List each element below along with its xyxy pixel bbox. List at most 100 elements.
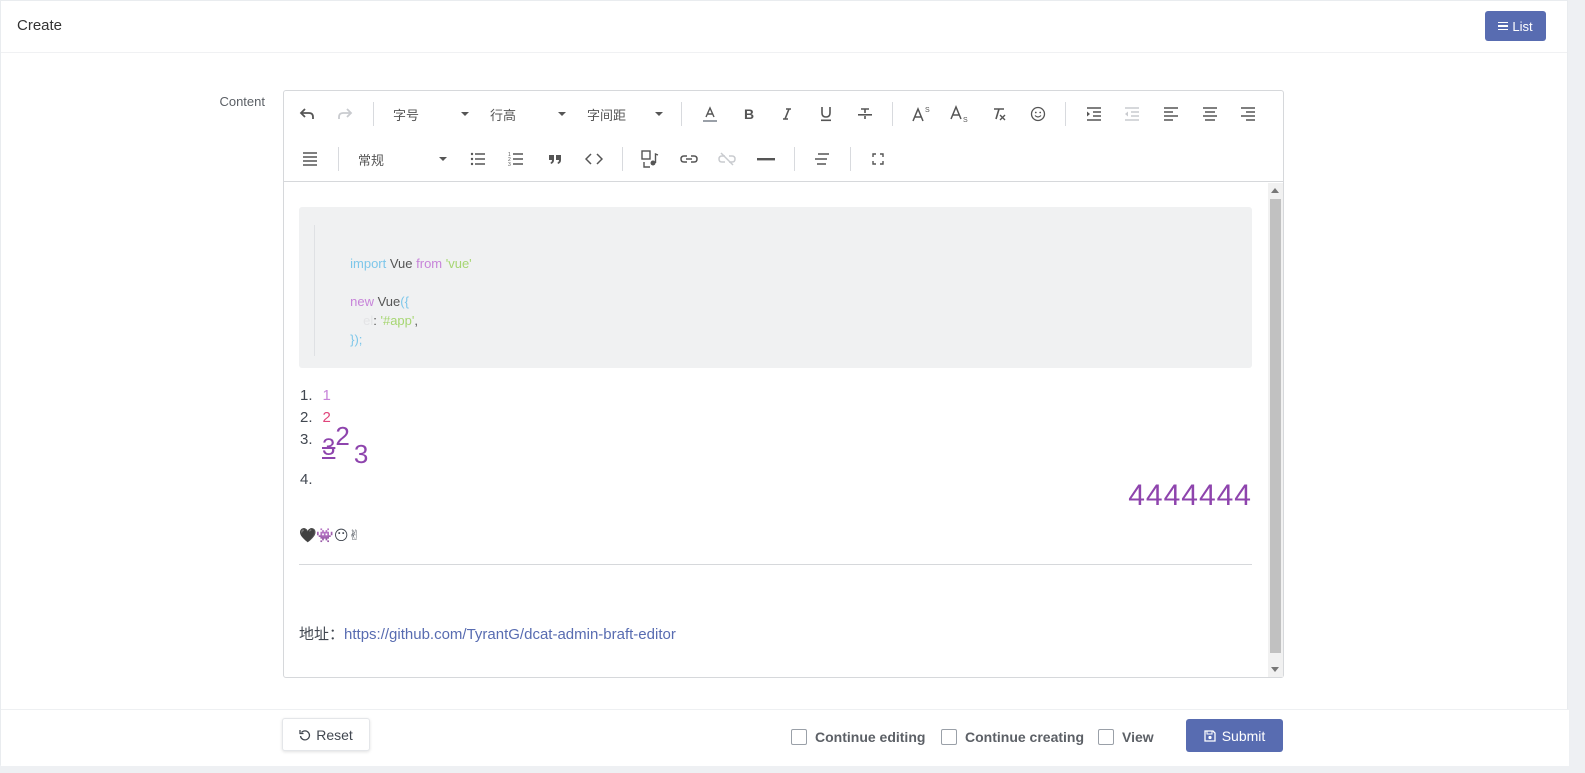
address-link[interactable]: https://github.com/TyrantG/dcat-admin-br… bbox=[344, 626, 676, 643]
continue-editing-checkbox[interactable]: Continue editing bbox=[791, 729, 925, 745]
checkbox-box[interactable] bbox=[941, 729, 957, 745]
code-text: Vue bbox=[386, 256, 417, 271]
checkbox-box[interactable] bbox=[791, 729, 807, 745]
indent-increase-icon[interactable] bbox=[1080, 100, 1108, 128]
code-key: el bbox=[363, 313, 374, 328]
list-item-text: 1 bbox=[322, 387, 331, 404]
submit-button[interactable]: Submit bbox=[1186, 719, 1283, 752]
code-line-3: el: '#app', bbox=[327, 298, 418, 328]
align-justify-icon[interactable] bbox=[296, 145, 324, 173]
subscript-icon[interactable]: S bbox=[946, 100, 974, 128]
code-icon[interactable] bbox=[580, 145, 608, 173]
toolbar-separator bbox=[794, 147, 795, 171]
code-from-keyword: from bbox=[416, 256, 443, 271]
svg-text:S: S bbox=[963, 117, 968, 123]
address-label: 地址： bbox=[299, 626, 345, 643]
submit-label: Submit bbox=[1221, 727, 1266, 744]
strikethrough-icon[interactable] bbox=[851, 100, 879, 128]
list-button-label: List bbox=[1512, 18, 1533, 34]
redo-icon[interactable] bbox=[331, 100, 359, 128]
form-footer bbox=[1, 709, 1569, 766]
checkbox-label: Continue creating bbox=[965, 729, 1085, 745]
font-size-dropdown[interactable]: 字号 bbox=[393, 100, 469, 128]
page-title: Create bbox=[17, 17, 63, 34]
clear-content-icon[interactable] bbox=[808, 145, 836, 173]
font-color-icon[interactable] bbox=[696, 100, 724, 128]
checkbox-label: Continue editing bbox=[815, 729, 926, 745]
reset-button[interactable]: Reset bbox=[282, 718, 370, 751]
card-header: Create List bbox=[1, 1, 1567, 53]
toolbar-separator bbox=[1065, 102, 1066, 126]
list-item: 4. bbox=[300, 471, 313, 488]
superscript-icon[interactable]: S bbox=[908, 100, 936, 128]
scroll-thumb[interactable] bbox=[1270, 199, 1281, 653]
indent-decrease-icon[interactable] bbox=[1118, 100, 1146, 128]
content-label: Content bbox=[219, 94, 265, 109]
bold-icon[interactable]: B bbox=[735, 100, 763, 128]
emoji-icon[interactable] bbox=[1024, 100, 1052, 128]
letter-spacing-label: 字间距 bbox=[587, 107, 627, 123]
view-checkbox[interactable]: View bbox=[1098, 729, 1154, 745]
numbered-list-icon[interactable]: 123 bbox=[502, 145, 530, 173]
emoji-line: 🖤👾😶✌ bbox=[299, 527, 361, 543]
align-left-icon[interactable] bbox=[1157, 100, 1185, 128]
code-import-keyword: import bbox=[350, 256, 387, 271]
subscript-text: 3 bbox=[353, 439, 369, 469]
toolbar-separator bbox=[892, 102, 893, 126]
code-line-2: new Vue({ bbox=[314, 279, 409, 309]
rich-text-editor[interactable]: 字号 行高 字间距 B S S 常规 1 2 3 import Vue from… bbox=[283, 90, 1284, 678]
svg-text:3: 3 bbox=[508, 162, 511, 167]
code-line-4: }); bbox=[314, 317, 362, 347]
letter-spacing-dropdown[interactable]: 字间距 bbox=[587, 100, 663, 128]
horizontal-rule-icon[interactable] bbox=[752, 145, 780, 173]
media-icon[interactable] bbox=[636, 145, 664, 173]
bulleted-list-icon[interactable] bbox=[464, 145, 492, 173]
blockquote-icon[interactable] bbox=[541, 145, 569, 173]
scroll-up-icon[interactable] bbox=[1271, 188, 1279, 193]
reset-icon bbox=[299, 729, 311, 740]
code-line-1: import Vue from 'vue' bbox=[314, 241, 472, 271]
toolbar-separator bbox=[373, 102, 374, 126]
italic-icon[interactable] bbox=[773, 100, 801, 128]
fullscreen-icon[interactable] bbox=[864, 145, 892, 173]
block-type-label: 常规 bbox=[358, 152, 385, 168]
checkbox-box[interactable] bbox=[1098, 729, 1114, 745]
align-right-icon[interactable] bbox=[1234, 100, 1262, 128]
list-number: 3. bbox=[300, 431, 313, 448]
list-number: 4. bbox=[300, 471, 313, 488]
scroll-down-icon[interactable] bbox=[1271, 667, 1279, 672]
font-size-label: 字号 bbox=[393, 107, 420, 123]
editor-toolbar: 字号 行高 字间距 B S S 常规 1 2 3 bbox=[284, 91, 1283, 182]
unlink-icon[interactable] bbox=[713, 145, 741, 173]
form-card: Create List Content 字号 行高 字间距 B S S 常规 1… bbox=[0, 0, 1569, 766]
list-icon bbox=[1498, 21, 1509, 31]
editor-content[interactable]: import Vue from 'vue' new Vue({ el: '#ap… bbox=[284, 183, 1268, 677]
list-number: 2. bbox=[300, 409, 313, 426]
superscript-text: 2 bbox=[335, 421, 350, 451]
code-block[interactable]: import Vue from 'vue' new Vue({ el: '#ap… bbox=[299, 207, 1252, 368]
undo-icon[interactable] bbox=[293, 100, 321, 128]
toolbar-separator bbox=[850, 147, 851, 171]
list-item: 1. 1 bbox=[300, 387, 331, 404]
svg-text:S: S bbox=[925, 107, 930, 114]
toolbar-separator bbox=[338, 147, 339, 171]
checkbox-label: View bbox=[1122, 729, 1154, 745]
underline-icon[interactable] bbox=[812, 100, 840, 128]
horizontal-rule bbox=[299, 564, 1252, 565]
save-icon bbox=[1204, 729, 1216, 742]
address-line: 地址：https://github.com/TyrantG/dcat-admin… bbox=[299, 623, 676, 644]
list-item: 3. bbox=[300, 431, 313, 448]
list-button[interactable]: List bbox=[1485, 11, 1546, 41]
toolbar-separator bbox=[681, 102, 682, 126]
align-center-icon[interactable] bbox=[1196, 100, 1224, 128]
code-string: 'vue' bbox=[442, 256, 472, 271]
line-height-label: 行高 bbox=[490, 107, 517, 123]
code-punctuation: }); bbox=[350, 332, 363, 347]
link-icon[interactable] bbox=[675, 145, 703, 173]
line-height-dropdown[interactable]: 行高 bbox=[490, 100, 566, 128]
editor-scrollbar[interactable] bbox=[1268, 183, 1283, 677]
code-string: '#app' bbox=[380, 313, 415, 328]
block-type-dropdown[interactable]: 常规 bbox=[358, 145, 447, 173]
continue-creating-checkbox[interactable]: Continue creating bbox=[941, 729, 1084, 745]
clear-format-icon[interactable] bbox=[985, 100, 1013, 128]
